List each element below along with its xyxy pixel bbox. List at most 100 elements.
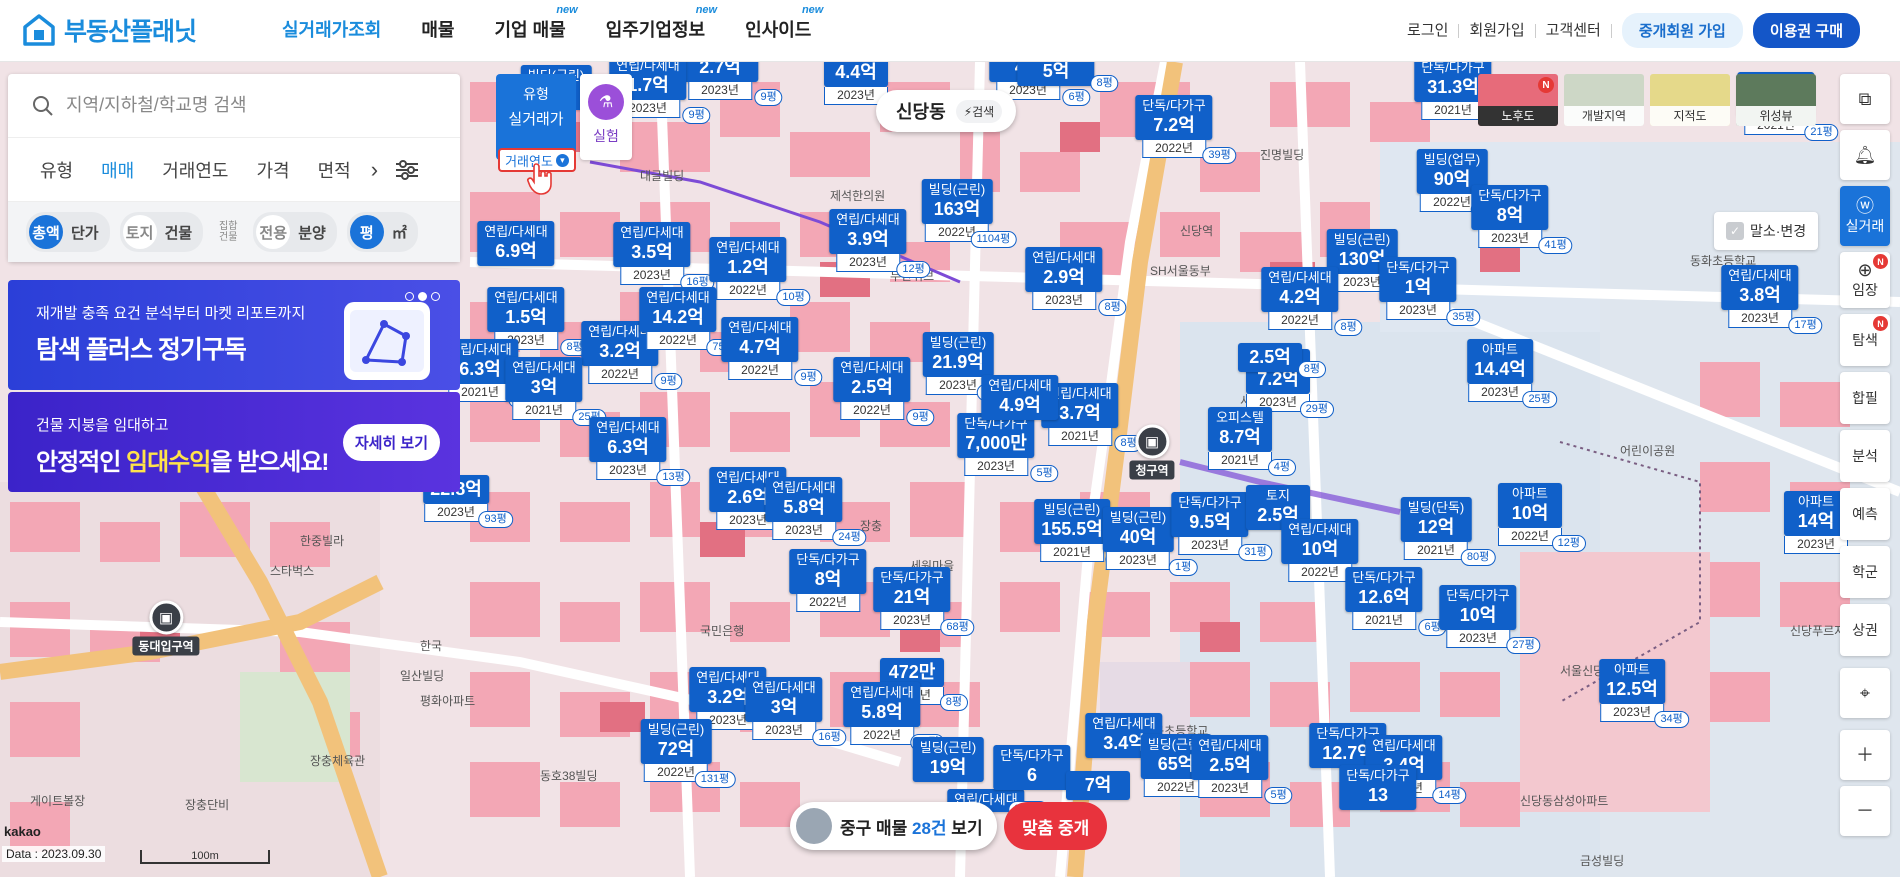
price-marker[interactable]: 단독/다가구 8억 2022년	[789, 549, 867, 612]
price-marker[interactable]: 연립/다세대3억2021년25평	[505, 357, 607, 426]
price-marker[interactable]: 7억	[1066, 771, 1130, 800]
price-marker[interactable]: 연립/다세대 2.5억 2022년 9평	[833, 357, 935, 426]
lab-button[interactable]: ⚗ 실험	[580, 74, 632, 160]
price-marker[interactable]: 빌딩(근린) 40억 2023년 1평	[1102, 507, 1198, 576]
price-marker[interactable]: 빌딩(근린) 19억	[912, 737, 984, 782]
price-marker[interactable]: 연립/다세대 2.5억 2023년 5평	[1191, 735, 1293, 804]
cancelled-deals-toggle[interactable]: ✓ 말소·변경	[1714, 212, 1819, 250]
layer-tile-aging[interactable]: N 노후도	[1478, 74, 1558, 126]
price-marker[interactable]: 4.4억2023년8평	[824, 62, 912, 111]
filter-tab-year[interactable]: 거래연도	[148, 157, 242, 183]
price-marker[interactable]: 단독/다가구 9.5억 2023년 31평	[1171, 492, 1273, 561]
price-marker[interactable]: 연립/다세대 6.3억 2023년 13평	[589, 417, 691, 486]
agent-join-button[interactable]: 중개회원 가입	[1621, 13, 1743, 48]
carousel-dot[interactable]	[418, 292, 427, 301]
price-marker[interactable]: 단독/다가구 7,000만 2023년 5평	[957, 413, 1059, 482]
exclusive-area-option[interactable]: 전용	[256, 215, 291, 249]
price-marker[interactable]: 연립/다세대5.8억2022년14평	[843, 682, 945, 751]
price-marker[interactable]: 단독/다가구 10억 2023년 27평	[1439, 585, 1541, 654]
carousel-dot[interactable]	[405, 292, 414, 301]
merge-parcel-button[interactable]: 합필	[1840, 372, 1890, 424]
carousel-dots[interactable]	[405, 292, 440, 301]
price-marker[interactable]: 단독/다가구 13	[1339, 765, 1417, 810]
buy-pass-button[interactable]: 이용권 구매	[1752, 13, 1860, 48]
price-marker[interactable]: 연립/다세대14.2억2022년75평	[639, 287, 741, 356]
price-marker[interactable]: 단독/다가구 7.2억 2022년 39평	[1135, 95, 1237, 164]
current-location-pill[interactable]: 신당동 ⚡검색	[876, 90, 1017, 132]
filter-tab-area[interactable]: 면적	[304, 157, 365, 183]
district-listings-button[interactable]: 중구 매물 28건 보기	[790, 802, 997, 850]
nav-inside[interactable]: 인사이드 new	[725, 0, 831, 58]
unit-price-option[interactable]: 단가	[63, 218, 107, 247]
layer-tile-development[interactable]: 개발지역	[1564, 74, 1644, 126]
notifications-button[interactable]: 🔔︎	[1840, 130, 1890, 180]
signup-link[interactable]: 회원가입	[1459, 23, 1536, 38]
price-marker[interactable]: 연립/다세대 3.8억 2023년 17평	[1721, 265, 1823, 334]
layer-type-selector[interactable]: 유형 실거래가 거래연도 ▾	[496, 74, 576, 172]
price-marker[interactable]: 연립/다세대 4.2억 2022년 8평	[1261, 267, 1363, 336]
land-option[interactable]: 토지	[122, 215, 157, 249]
price-marker[interactable]: 연립/다세대2.7억2023년9평	[681, 62, 783, 106]
price-marker[interactable]: 단독/다가구 12.6억 2021년 6평	[1345, 567, 1447, 636]
explore-button[interactable]: N 탐색	[1840, 314, 1890, 366]
price-marker[interactable]: 단독/다가구 8억 2023년 41평	[1471, 185, 1573, 254]
site-visit-button[interactable]: N ⊕ 임장	[1840, 252, 1890, 308]
chevron-right-icon[interactable]: ›	[371, 157, 378, 183]
pyeong-option[interactable]: 평	[349, 215, 384, 249]
my-location-button[interactable]: ⌖	[1840, 668, 1890, 718]
collective-mode-toggle[interactable]: 전용 분양	[253, 212, 337, 252]
price-marker[interactable]: 연립/다세대 2.9억 2023년 8평	[1025, 247, 1127, 316]
price-marker[interactable]: 연립/다세대 3.5억 2023년 16평	[613, 222, 715, 291]
price-marker[interactable]: 아파트 10억 2022년 12평	[1498, 483, 1586, 552]
match-brokerage-button[interactable]: 맞춤 중개	[1004, 802, 1108, 850]
price-marker[interactable]: 연립/다세대 1.2억 2022년 10평	[709, 237, 811, 306]
analysis-button[interactable]: 분석	[1840, 430, 1890, 482]
see-more-button[interactable]: 자세히 보기	[342, 424, 440, 461]
map-layers-button[interactable]: ⧉	[1840, 74, 1890, 124]
layer-tile-cadastral[interactable]: 지적도	[1650, 74, 1730, 126]
carousel-dot[interactable]	[431, 292, 440, 301]
total-price-option[interactable]: 총액	[29, 215, 63, 249]
nav-tenant-info[interactable]: 입주기업정보 new	[586, 0, 725, 58]
login-link[interactable]: 로그인	[1397, 23, 1460, 38]
layer-tile-satellite[interactable]: 위성뷰	[1736, 74, 1816, 126]
zoom-out-button[interactable]: －	[1840, 786, 1890, 836]
price-marker[interactable]: 빌딩(근린)155.5억2021년8평	[1034, 499, 1134, 568]
supply-area-option[interactable]: 분양	[290, 218, 334, 247]
price-mode-toggle[interactable]: 총액 단가	[26, 212, 110, 252]
rooftop-lease-banner[interactable]: 건물 지붕을 임대하고 안정적인 임대수익을 받으세요! 자세히 보기	[8, 392, 460, 492]
price-marker[interactable]: 오피스텔 8.7억 2021년 4평	[1208, 407, 1296, 476]
customer-center-link[interactable]: 고객센터	[1536, 23, 1612, 38]
price-marker[interactable]: 연립/다세대 5.8억 2023년 24평	[765, 477, 867, 546]
price-marker[interactable]: 연립/다세대 3억 2023년 16평	[745, 677, 847, 746]
price-marker[interactable]: 단독/다가구 6	[993, 745, 1071, 790]
nav-real-price[interactable]: 실거래가조회	[262, 0, 401, 58]
land-mode-toggle[interactable]: 토지 건물	[119, 212, 204, 252]
search-input[interactable]	[66, 95, 406, 116]
school-district-button[interactable]: 학군	[1840, 546, 1890, 598]
price-marker[interactable]: 연립/다세대 4.7억 2022년 9평	[721, 317, 823, 386]
nav-corporate-listings[interactable]: 기업 매물 new	[474, 0, 585, 58]
price-marker[interactable]: 아파트 14억 2023년	[1784, 491, 1848, 554]
location-search-button[interactable]: ⚡검색	[955, 99, 1003, 123]
zoom-in-button[interactable]: ＋	[1840, 730, 1890, 780]
commercial-area-button[interactable]: 상권	[1840, 604, 1890, 656]
forecast-button[interactable]: 예측	[1840, 488, 1890, 540]
price-marker[interactable]: 연립/다세대 6.9억	[477, 221, 555, 266]
building-option[interactable]: 건물	[157, 218, 201, 247]
subscription-banner[interactable]: 재개발 충족 요건 분석부터 마켓 리포트까지 탐색 플러스 정기구독	[8, 280, 460, 390]
price-marker[interactable]: 2.5억 8평	[1238, 343, 1326, 378]
filter-tab-type[interactable]: 유형	[26, 157, 87, 183]
price-marker[interactable]: 빌딩(근린) 72억 2022년 131평	[640, 719, 736, 788]
price-marker[interactable]: 연립/다세대5억8평	[1017, 62, 1119, 92]
price-marker[interactable]: 아파트 14.4억 2023년 25평	[1467, 339, 1557, 408]
filter-settings-icon[interactable]	[394, 159, 420, 181]
price-marker[interactable]: 아파트 12.5억 2023년 34평	[1599, 659, 1689, 728]
price-marker[interactable]: 단독/다가구 1억 2023년 35평	[1379, 257, 1481, 326]
price-marker[interactable]: 단독/다가구 21억 2023년 68평	[873, 567, 975, 636]
filter-tab-price[interactable]: 가격	[243, 157, 304, 183]
real-price-button[interactable]: ⓦ 실거래	[1840, 186, 1890, 246]
station-dongdaeipgu[interactable]: ▣ 동대입구역	[132, 600, 200, 656]
price-marker[interactable]: 연립/다세대 3.9억 2023년 12평	[829, 209, 931, 278]
price-marker[interactable]: 연립/다세대 4.9억	[981, 375, 1059, 420]
